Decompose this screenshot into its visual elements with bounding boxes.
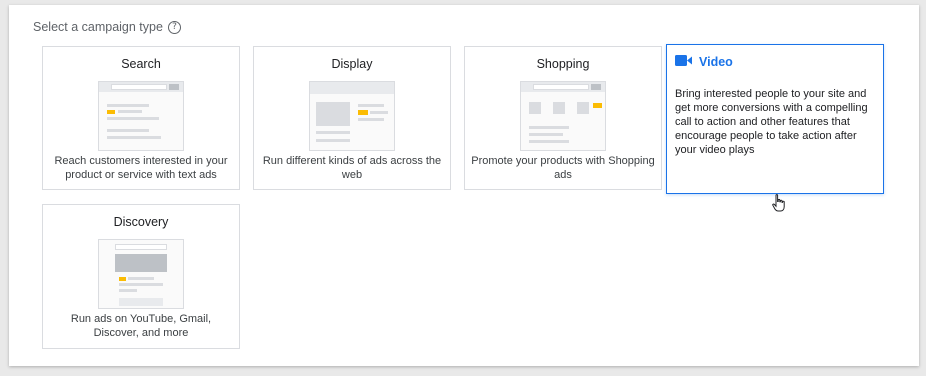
card-title: Shopping: [536, 57, 590, 71]
video-camera-icon: [675, 55, 692, 69]
campaign-card-shopping[interactable]: Shopping Promote your products with Shop…: [464, 46, 662, 190]
campaign-card-search[interactable]: Search Reach customers interested in you…: [42, 46, 240, 190]
section-heading: Select a campaign type ?: [33, 20, 181, 34]
card-title: Video: [699, 55, 733, 69]
card-title: Search: [121, 57, 161, 71]
hand-pointer-cursor: [772, 194, 786, 217]
search-ad-illustration: [98, 81, 184, 151]
section-heading-text: Select a campaign type: [33, 20, 163, 34]
card-description: Run different kinds of ads across the we…: [262, 155, 442, 181]
discovery-ad-illustration: [98, 239, 184, 309]
card-description: Bring interested people to your site and…: [675, 88, 868, 156]
card-description: Reach customers interested in your produ…: [54, 155, 228, 181]
campaign-card-discovery[interactable]: Discovery Run ads on YouTube, Gmail, Dis…: [42, 204, 240, 349]
help-icon[interactable]: ?: [167, 20, 181, 34]
shopping-ad-illustration: [520, 81, 606, 151]
card-title: Discovery: [113, 215, 169, 229]
card-description: Promote your products with Shopping ads: [471, 155, 655, 181]
display-ad-illustration: [309, 81, 395, 151]
card-title: Display: [331, 57, 373, 71]
campaign-card-video[interactable]: Video Bring interested people to your si…: [666, 44, 884, 194]
card-description: Run ads on YouTube, Gmail, Discover, and…: [70, 313, 212, 339]
video-card-header: Video: [675, 55, 733, 69]
campaign-card-display[interactable]: Display Run different kinds of ads acros…: [253, 46, 451, 190]
